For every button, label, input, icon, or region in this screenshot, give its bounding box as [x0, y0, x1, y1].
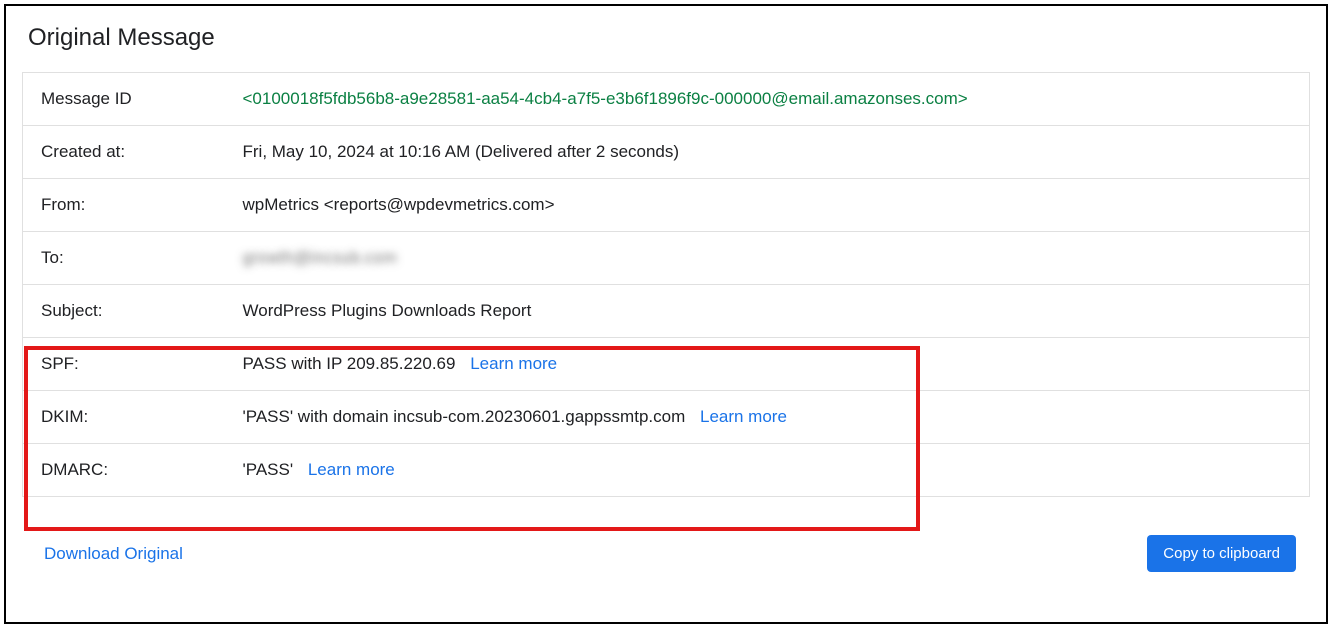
message-details-table: Message ID <0100018f5fdb56b8-a9e28581-aa…	[22, 72, 1310, 497]
label-message-id: Message ID	[23, 73, 243, 126]
learn-more-dmarc[interactable]: Learn more	[308, 460, 395, 479]
row-created-at: Created at: Fri, May 10, 2024 at 10:16 A…	[23, 126, 1310, 179]
value-dmarc-cell: 'PASS' Learn more	[243, 444, 1310, 497]
row-from: From: wpMetrics <reports@wpdevmetrics.co…	[23, 179, 1310, 232]
label-created-at: Created at:	[23, 126, 243, 179]
row-dkim: DKIM: 'PASS' with domain incsub-com.2023…	[23, 391, 1310, 444]
actions-bar: Download Original Copy to clipboard	[22, 535, 1310, 572]
copy-to-clipboard-button[interactable]: Copy to clipboard	[1147, 535, 1296, 572]
label-to: To:	[23, 232, 243, 285]
label-from: From:	[23, 179, 243, 232]
download-original-link[interactable]: Download Original	[44, 544, 183, 564]
value-dkim-cell: 'PASS' with domain incsub-com.20230601.g…	[243, 391, 1310, 444]
value-dkim: 'PASS' with domain incsub-com.20230601.g…	[243, 407, 686, 426]
row-spf: SPF: PASS with IP 209.85.220.69 Learn mo…	[23, 338, 1310, 391]
value-from: wpMetrics <reports@wpdevmetrics.com>	[243, 179, 1310, 232]
value-to: growth@incsub.com	[243, 232, 1310, 285]
value-spf-cell: PASS with IP 209.85.220.69 Learn more	[243, 338, 1310, 391]
label-dkim: DKIM:	[23, 391, 243, 444]
row-to: To: growth@incsub.com	[23, 232, 1310, 285]
row-subject: Subject: WordPress Plugins Downloads Rep…	[23, 285, 1310, 338]
value-subject: WordPress Plugins Downloads Report	[243, 285, 1310, 338]
value-spf: PASS with IP 209.85.220.69	[243, 354, 456, 373]
original-message-panel: Original Message Message ID <0100018f5fd…	[4, 4, 1328, 624]
label-subject: Subject:	[23, 285, 243, 338]
label-spf: SPF:	[23, 338, 243, 391]
value-message-id: <0100018f5fdb56b8-a9e28581-aa54-4cb4-a7f…	[243, 73, 1310, 126]
value-to-blurred: growth@incsub.com	[243, 248, 397, 267]
learn-more-dkim[interactable]: Learn more	[700, 407, 787, 426]
learn-more-spf[interactable]: Learn more	[470, 354, 557, 373]
value-dmarc: 'PASS'	[243, 460, 294, 479]
value-created-at: Fri, May 10, 2024 at 10:16 AM (Delivered…	[243, 126, 1310, 179]
page-title: Original Message	[28, 24, 1310, 52]
row-message-id: Message ID <0100018f5fdb56b8-a9e28581-aa…	[23, 73, 1310, 126]
row-dmarc: DMARC: 'PASS' Learn more	[23, 444, 1310, 497]
label-dmarc: DMARC:	[23, 444, 243, 497]
